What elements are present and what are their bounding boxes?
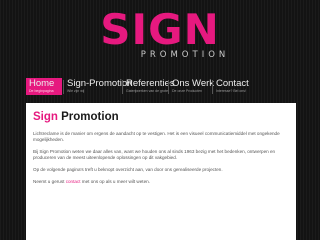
nav-item-subtitle: Gaterijwerken van de grote bbox=[126, 89, 169, 93]
logo-wordmark: SIGN bbox=[100, 5, 220, 54]
page-title-accent: Sign bbox=[33, 111, 58, 123]
nav-item-label: Home bbox=[29, 78, 55, 89]
nav-item-contact[interactable]: Contact Interesse? Bel ons! bbox=[213, 78, 253, 95]
page-title: Sign Promotion bbox=[33, 103, 289, 124]
nav-item-referenties[interactable]: Referenties Gaterijwerken van de grote bbox=[123, 78, 175, 95]
nav-item-subtitle: Wie zijn wij bbox=[67, 89, 85, 93]
nav-item-label: Contact bbox=[216, 78, 249, 89]
contact-link[interactable]: contact bbox=[66, 179, 81, 184]
closing-text-after: met ons op als u meer wilt weten. bbox=[81, 179, 150, 184]
closing-text-before: Neemt u gerust bbox=[33, 179, 65, 184]
content-panel: Sign Promotion Lichtreclame is de manier… bbox=[26, 103, 296, 240]
nav-item-ons-werk[interactable]: Ons Werk De onze Producten bbox=[169, 78, 215, 95]
page-title-rest: Promotion bbox=[61, 111, 119, 123]
nav-item-sign-promotion[interactable]: Sign-Promotion Wie zijn wij bbox=[64, 78, 132, 95]
main-menu: Home De beginpagina Sign-Promotion Wie z… bbox=[26, 78, 296, 95]
logo-tagline: PROMOTION bbox=[140, 50, 230, 60]
nav-item-subtitle: De onze Producten bbox=[172, 89, 202, 93]
nav-item-home[interactable]: Home De beginpagina bbox=[26, 78, 62, 95]
intro-paragraph: Lichtreclame is de manier om ergens de a… bbox=[33, 131, 280, 142]
closing-paragraph: Neemt u gerust contact met ons op als u … bbox=[33, 179, 289, 185]
logo[interactable]: SIGN PROMOTION bbox=[0, 5, 320, 61]
nav-item-subtitle: Interesse? Bel ons! bbox=[216, 89, 246, 93]
nav-item-label: Ons Werk bbox=[172, 78, 215, 89]
projects-paragraph: Op de volgende pagina's treft u beknopt … bbox=[33, 167, 223, 172]
history-paragraph: Bij Sign Promotion weten we daar alles v… bbox=[33, 149, 276, 160]
nav-item-subtitle: De beginpagina bbox=[29, 89, 54, 93]
